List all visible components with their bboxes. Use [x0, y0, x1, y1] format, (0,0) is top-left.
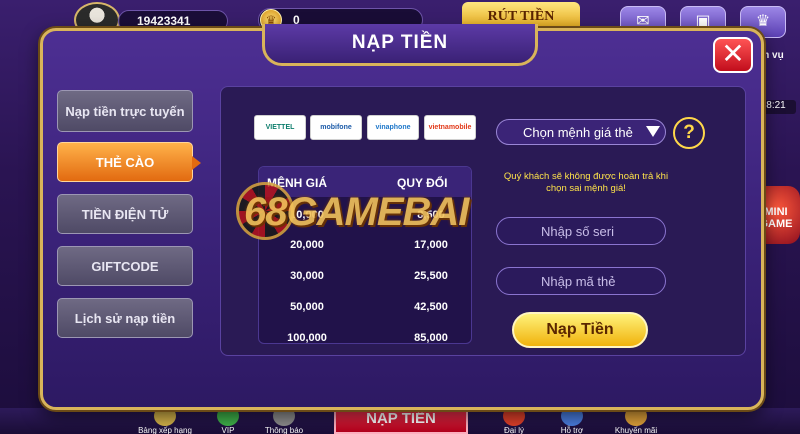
watermark-logo: 68GAMEBAI [244, 190, 469, 234]
carrier-vinaphone[interactable]: vinaphone [367, 115, 419, 140]
rate-face-value: 50,000 [290, 301, 324, 313]
card-code-input[interactable]: Nhập mã thẻ [496, 267, 666, 295]
help-button[interactable]: ? [673, 117, 705, 149]
menu-deposit-history[interactable]: Lịch sử nạp tiền [57, 298, 193, 338]
bottom-nav-vip[interactable]: VIP [222, 426, 235, 434]
rate-converted: 17,000 [414, 239, 448, 251]
carrier-label: vinaphone [375, 124, 411, 131]
carrier-label: vietnamobile [428, 124, 472, 131]
chevron-down-icon[interactable] [646, 126, 660, 137]
col-converted: QUY ĐỔI [397, 176, 448, 190]
bottom-nav-agent[interactable]: Đại lý [504, 426, 524, 434]
serial-input[interactable]: Nhập số seri [496, 217, 666, 245]
rate-face-value: 30,000 [290, 270, 324, 282]
rate-converted: 42,500 [414, 301, 448, 313]
carrier-vietnamobile[interactable]: vietnamobile [424, 115, 476, 140]
menu-giftcode[interactable]: GIFTCODE [57, 246, 193, 286]
menu-e-wallet[interactable]: TIỀN ĐIỆN TỬ [57, 194, 193, 234]
rate-converted: 85,000 [414, 332, 448, 344]
carrier-viettel[interactable]: VIETTEL [254, 115, 306, 140]
menu-online-deposit[interactable]: Nạp tiền trực tuyến [57, 90, 193, 132]
menu-card[interactable]: THẺ CÀO [57, 142, 201, 182]
bottom-nav-leaderboard[interactable]: Bảng xếp hạng [138, 426, 192, 434]
bottom-nav-promotion[interactable]: Khuyến mãi [615, 426, 657, 434]
card-value-select[interactable]: Chọn mệnh giá thẻ [496, 119, 666, 145]
bottom-nav-notifications[interactable]: Thông báo [265, 426, 303, 434]
carrier-mobifone[interactable]: mobifone [310, 115, 362, 140]
rate-converted: 25,500 [414, 270, 448, 282]
close-button[interactable]: ✕ [713, 37, 753, 73]
warning-text: Quý khách sẽ không được hoàn trả khi chọ… [503, 171, 669, 194]
modal-title: NẠP TIỀN [262, 24, 538, 66]
bottom-nav-support[interactable]: Hỗ trợ [561, 426, 584, 434]
carrier-label: VIETTEL [265, 124, 295, 131]
carrier-label: mobifone [320, 124, 352, 131]
rate-face-value: 100,000 [287, 332, 327, 344]
submit-deposit-button[interactable]: Nạp Tiền [512, 312, 648, 348]
rate-face-value: 20,000 [290, 239, 324, 251]
